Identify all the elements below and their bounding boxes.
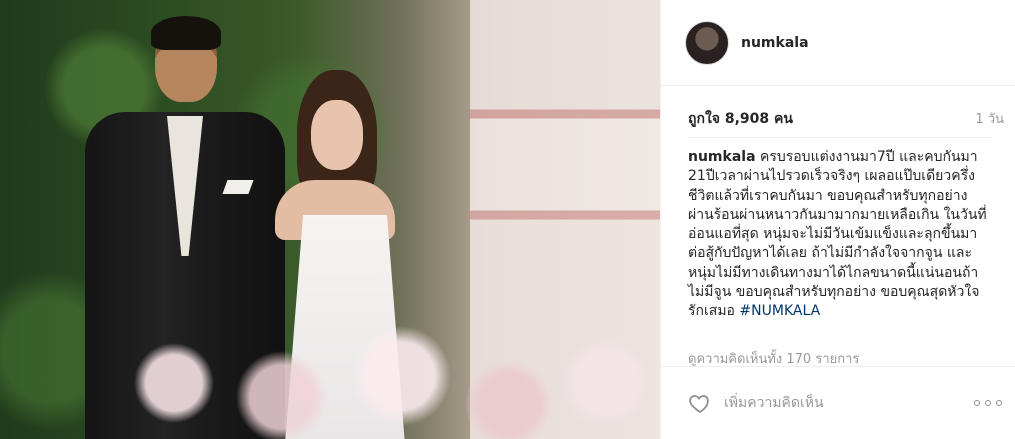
post-header: numkala (661, 0, 1015, 86)
likes-count[interactable]: ถูกใจ 8,908 คน (688, 108, 793, 130)
post-side-panel: numkala ถูกใจ 8,908 คน 1 วัน numkala ครบ… (660, 0, 1015, 439)
header-username[interactable]: numkala (741, 35, 809, 51)
heart-icon[interactable] (688, 391, 712, 415)
add-comment-input[interactable]: เพิ่มความคิดเห็น (724, 392, 974, 414)
caption-text: ครบรอบแต่งงานมา7ปี และคบกันมา 21ปีเวลาผ่… (688, 149, 987, 320)
likes-row: ถูกใจ 8,908 คน 1 วัน (688, 108, 1004, 130)
divider (688, 137, 991, 138)
avatar[interactable] (685, 20, 729, 65)
post-caption: numkala ครบรอบแต่งงานมา7ปี และคบกันมา 21… (688, 148, 993, 322)
caption-username[interactable]: numkala (688, 149, 756, 165)
caption-hashtag[interactable]: #NUMKALA (739, 303, 820, 319)
more-options-icon[interactable] (974, 398, 1002, 408)
photo-flowers (120, 299, 660, 439)
comment-bar: เพิ่มความคิดเห็น (661, 366, 1015, 439)
post-photo[interactable] (0, 0, 660, 439)
post-time[interactable]: 1 วัน (975, 108, 1004, 129)
